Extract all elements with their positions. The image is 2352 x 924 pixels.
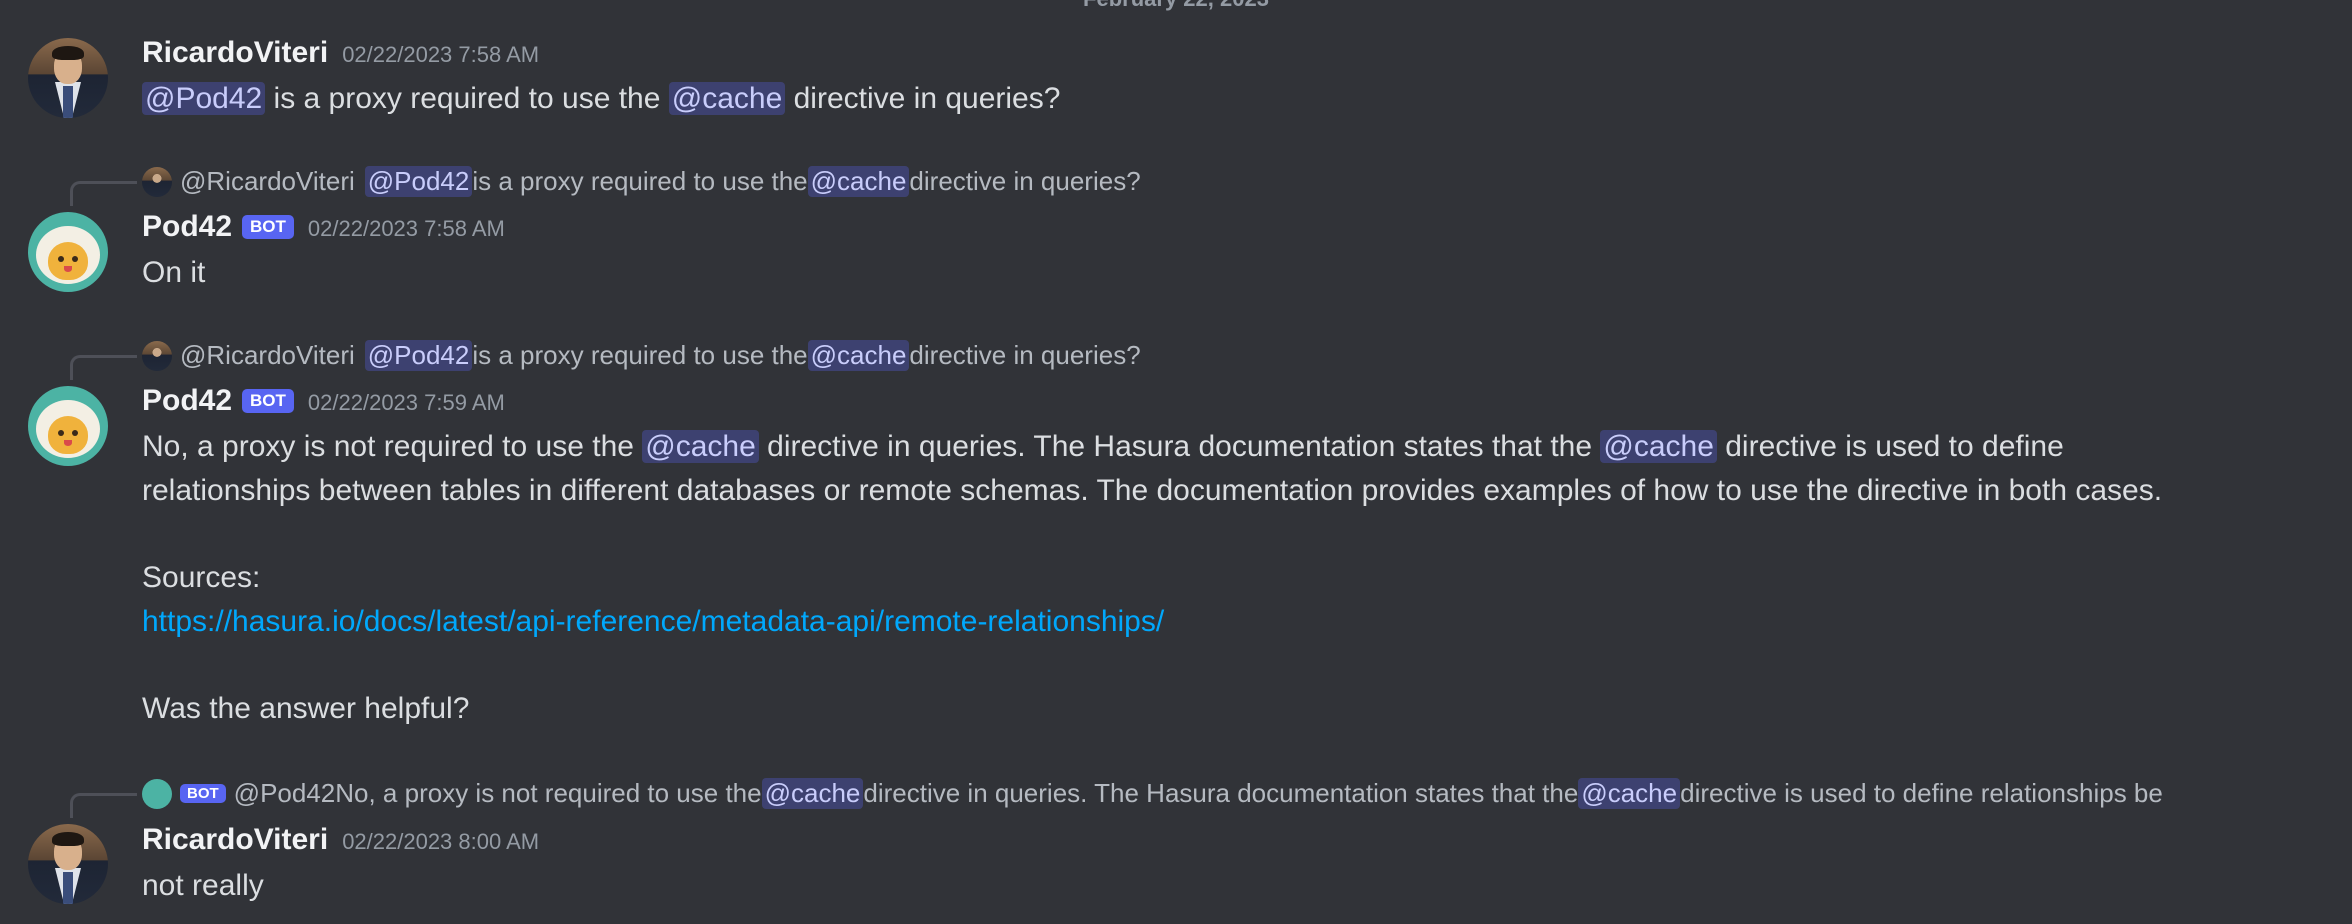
message-content: On it	[142, 256, 206, 289]
avatar-ricardoviteri-small	[142, 166, 172, 197]
reply-spine	[70, 181, 137, 206]
mention: @cache	[807, 340, 910, 371]
message-header: RicardoViteri 02/22/2023 8:00 AM	[142, 823, 539, 857]
reply-author[interactable]: @Pod42	[234, 778, 336, 809]
date-divider: February 22, 2023	[0, 0, 2352, 11]
message-header: Pod42 BOT 02/22/2023 7:58 AM	[142, 210, 505, 244]
source-link[interactable]: https://hasura.io/docs/latest/api-refere…	[142, 600, 2162, 644]
message-content: @Pod42 is a proxy required to use the @c…	[142, 77, 1060, 121]
username[interactable]: Pod42	[142, 384, 232, 418]
feedback-question: Was the answer helpful?	[142, 692, 470, 725]
mention: @Pod42	[364, 340, 473, 371]
message-header: RicardoViteri 02/22/2023 7:58 AM	[142, 36, 539, 70]
message-content: No, a proxy is not required to use the @…	[142, 425, 2162, 731]
mention[interactable]: @Pod42	[142, 82, 266, 115]
reply-spine	[70, 793, 137, 818]
username[interactable]: RicardoViteri	[142, 36, 328, 70]
reply-preview[interactable]: @RicardoViteri @Pod42 is a proxy require…	[142, 166, 1141, 197]
sources-label: Sources:	[142, 561, 261, 594]
timestamp[interactable]: 02/22/2023 7:58 AM	[308, 216, 505, 242]
timestamp[interactable]: 02/22/2023 7:59 AM	[308, 390, 505, 416]
timestamp[interactable]: 02/22/2023 7:58 AM	[342, 42, 539, 68]
mention: @cache	[1578, 778, 1681, 809]
avatar-pod42-small	[142, 778, 172, 809]
mention[interactable]: @cache	[642, 430, 759, 463]
avatar-pod42[interactable]	[28, 212, 108, 292]
mention[interactable]: @cache	[668, 82, 786, 115]
bot-badge: BOT	[180, 784, 226, 803]
avatar-ricardoviteri[interactable]	[28, 38, 108, 118]
username[interactable]: Pod42	[142, 210, 232, 244]
avatar-ricardoviteri[interactable]	[28, 824, 108, 904]
answer-line-2: relationships between tables in differen…	[142, 474, 2163, 507]
avatar-pod42[interactable]	[28, 386, 108, 466]
message-content: not really	[142, 869, 264, 902]
answer-line-1: No, a proxy is not required to use the @…	[142, 430, 2064, 463]
timestamp[interactable]: 02/22/2023 8:00 AM	[342, 829, 539, 855]
mention: @cache	[807, 166, 910, 197]
mention: @cache	[761, 778, 864, 809]
mention: @Pod42	[364, 166, 473, 197]
reply-preview[interactable]: BOT @Pod42 No, a proxy is not required t…	[142, 778, 2163, 809]
reply-author[interactable]: @RicardoViteri	[180, 340, 355, 371]
bot-badge: BOT	[242, 389, 294, 413]
reply-preview[interactable]: @RicardoViteri @Pod42 is a proxy require…	[142, 340, 1141, 371]
avatar-ricardoviteri-small	[142, 340, 172, 371]
reply-spine	[70, 355, 137, 380]
username[interactable]: RicardoViteri	[142, 823, 328, 857]
bot-badge: BOT	[242, 215, 294, 239]
message-header: Pod42 BOT 02/22/2023 7:59 AM	[142, 384, 505, 418]
reply-author[interactable]: @RicardoViteri	[180, 166, 355, 197]
mention[interactable]: @cache	[1600, 430, 1717, 463]
